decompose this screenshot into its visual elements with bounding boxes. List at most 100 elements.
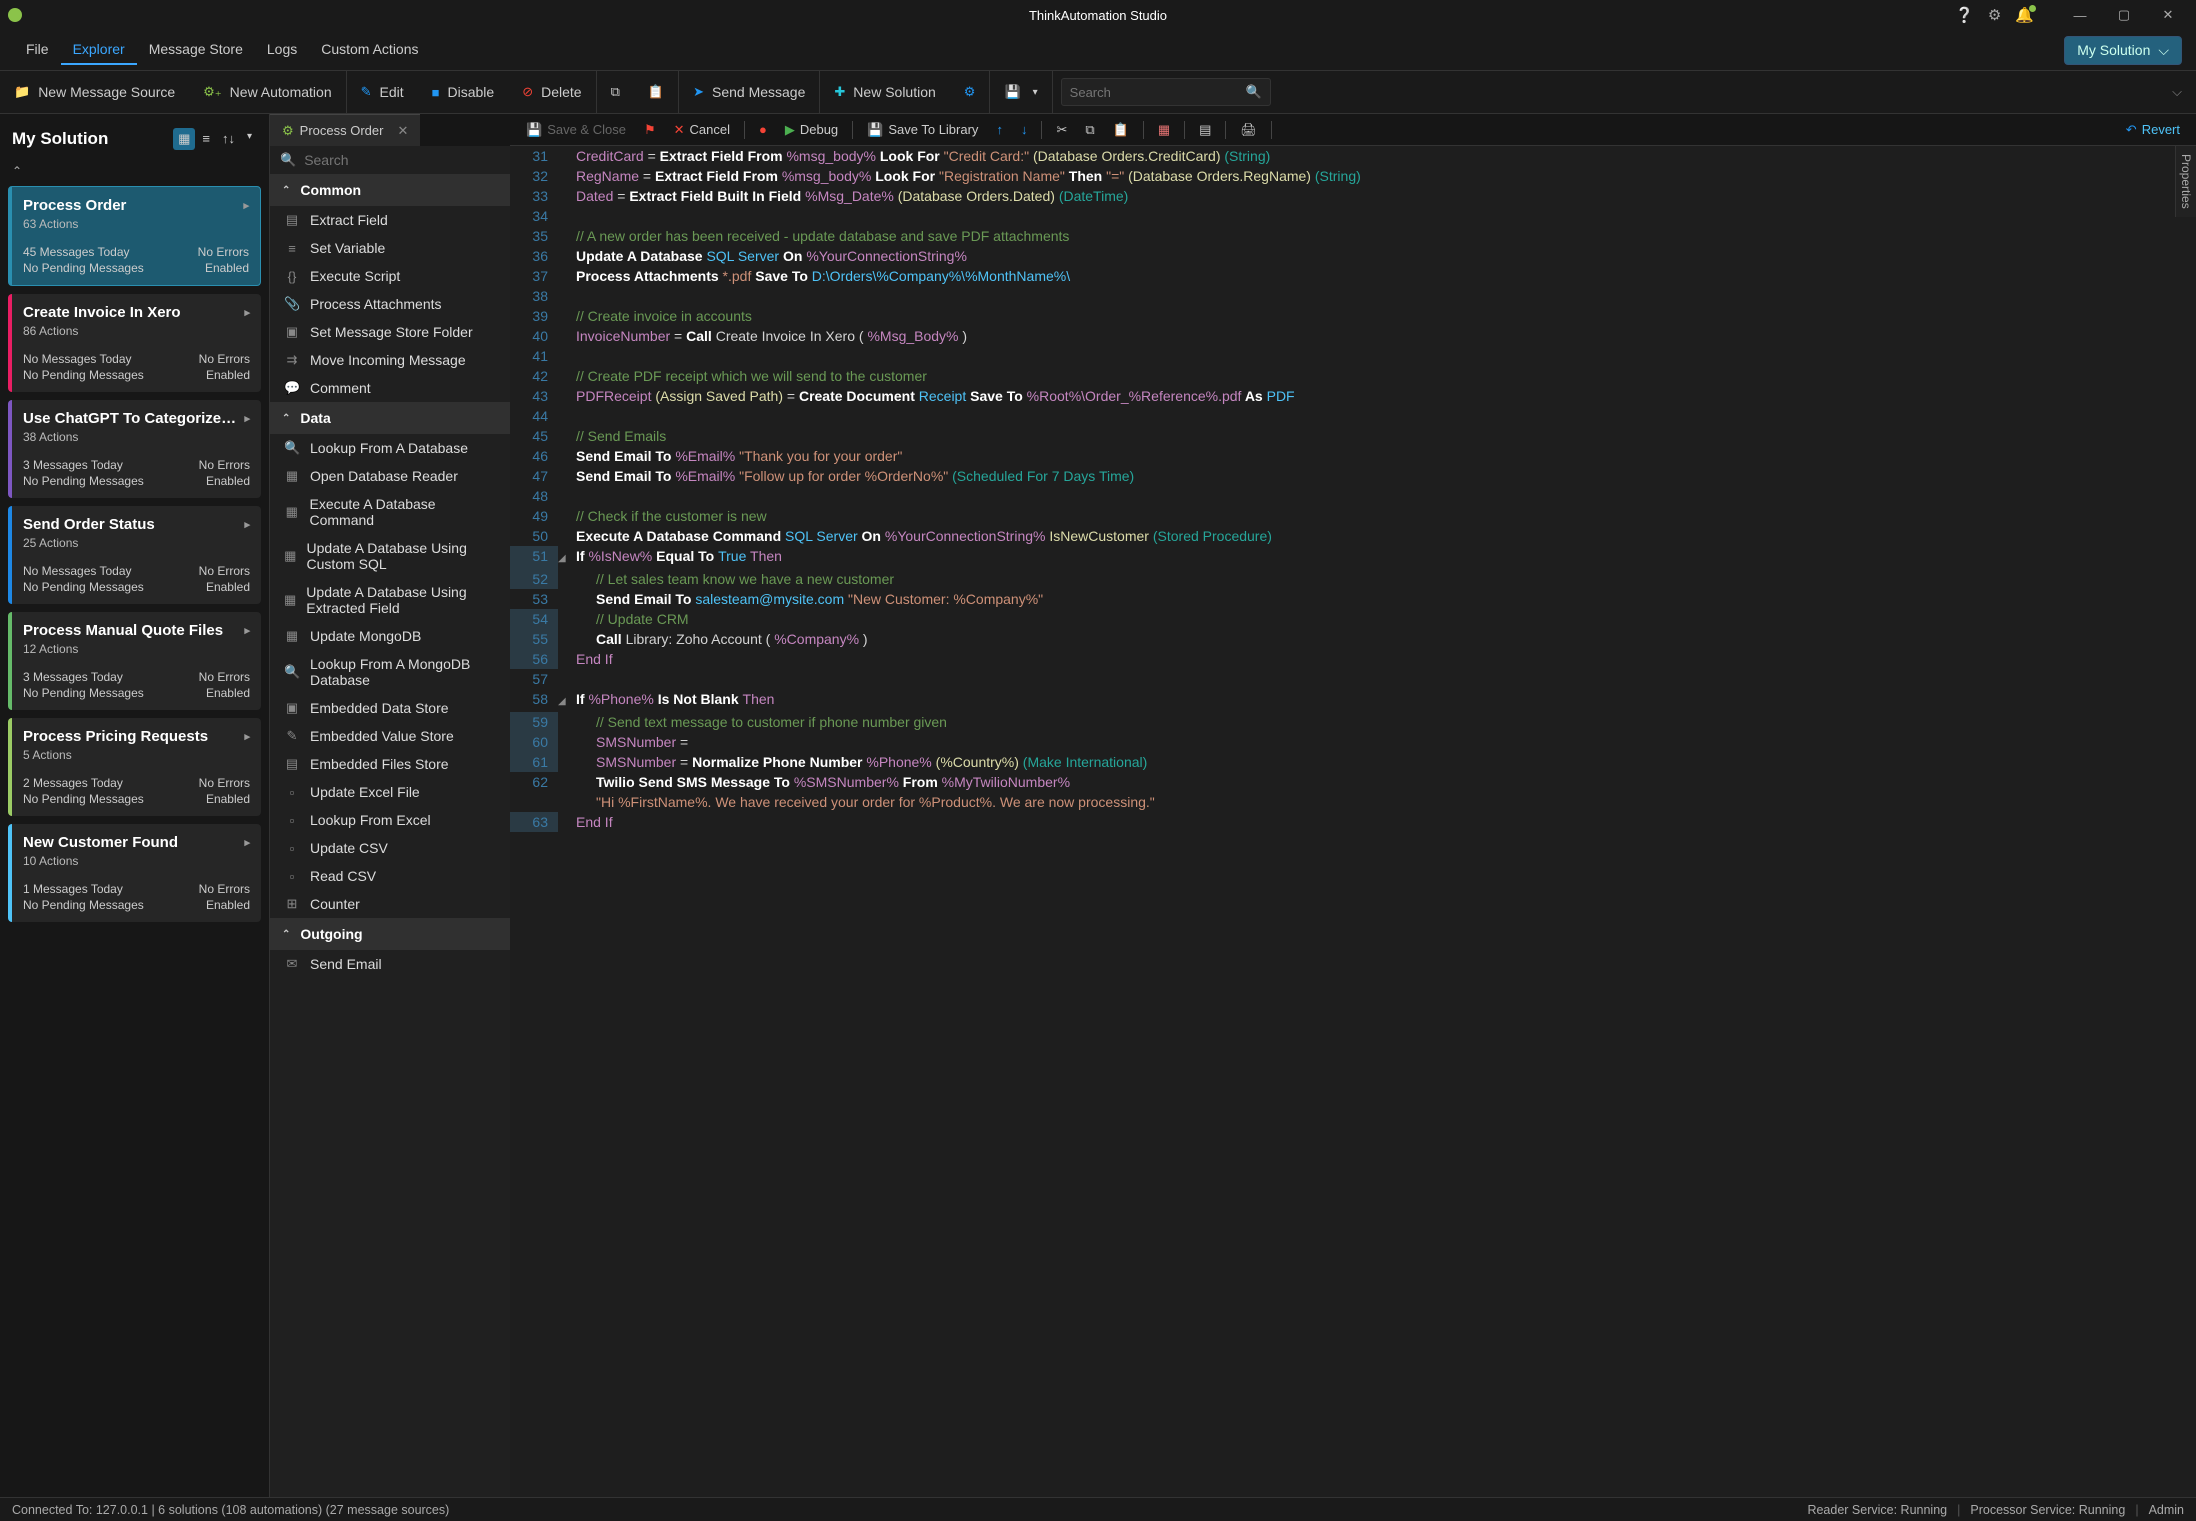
revert-button[interactable]: ↶Revert bbox=[2118, 119, 2188, 141]
view-grid-icon[interactable]: ▦ bbox=[173, 128, 195, 150]
action-item[interactable]: 📎Process Attachments bbox=[270, 290, 510, 318]
automation-card[interactable]: Send Order Status▸ 25 Actions No Message… bbox=[8, 506, 261, 604]
actions-search[interactable]: 🔍 bbox=[270, 146, 510, 174]
code-line[interactable]: 60SMSNumber = bbox=[510, 732, 2196, 752]
code-line[interactable]: 50Execute A Database Command SQL Server … bbox=[510, 526, 2196, 546]
code-line[interactable]: 31CreditCard = Extract Field From %msg_b… bbox=[510, 146, 2196, 166]
code-line[interactable]: 63End If bbox=[510, 812, 2196, 832]
properties-tab[interactable]: Properties bbox=[2175, 146, 2196, 217]
close-button[interactable]: ✕ bbox=[2148, 1, 2188, 29]
menu-logs[interactable]: Logs bbox=[255, 35, 309, 65]
new-automation-button[interactable]: ⚙₊ New Automation bbox=[189, 71, 345, 113]
code-line[interactable]: 47Send Email To %Email% "Follow up for o… bbox=[510, 466, 2196, 486]
action-item[interactable]: ⇉Move Incoming Message bbox=[270, 346, 510, 374]
action-item[interactable]: ⊞Counter bbox=[270, 890, 510, 918]
delete-button[interactable]: ⊘ Delete bbox=[508, 71, 595, 113]
menu-message-store[interactable]: Message Store bbox=[137, 35, 255, 65]
action-item[interactable]: 🔍Lookup From A MongoDB Database bbox=[270, 650, 510, 694]
disable-button[interactable]: ■ Disable bbox=[418, 71, 509, 113]
code-line[interactable]: 40InvoiceNumber = Call Create Invoice In… bbox=[510, 326, 2196, 346]
help-icon[interactable]: ❔ bbox=[1955, 6, 1974, 24]
paste-button[interactable]: 📋 bbox=[1105, 119, 1137, 141]
collapse-caret[interactable]: ⌃ bbox=[8, 162, 261, 180]
code-line[interactable]: 35// A new order has been received - upd… bbox=[510, 226, 2196, 246]
action-item[interactable]: 🔍Lookup From A Database bbox=[270, 434, 510, 462]
code-line[interactable]: 42// Create PDF receipt which we will se… bbox=[510, 366, 2196, 386]
action-group-outgoing[interactable]: ⌃Outgoing bbox=[270, 918, 510, 950]
code-line[interactable]: 54// Update CRM bbox=[510, 609, 2196, 629]
code-line[interactable]: 55Call Library: Zoho Account ( %Company%… bbox=[510, 629, 2196, 649]
cut-button[interactable]: ✂ bbox=[1048, 119, 1075, 141]
more-icon[interactable]: ⌵ bbox=[2172, 84, 2182, 99]
code-line[interactable]: 37Process Attachments *.pdf Save To D:\O… bbox=[510, 266, 2196, 286]
code-line[interactable]: 62Twilio Send SMS Message To %SMSNumber%… bbox=[510, 772, 2196, 792]
automation-card[interactable]: Use ChatGPT To Categorize…▸ 38 Actions 3… bbox=[8, 400, 261, 498]
code-line[interactable]: 32RegName = Extract Field From %msg_body… bbox=[510, 166, 2196, 186]
code-line[interactable]: 48 bbox=[510, 486, 2196, 506]
automation-card[interactable]: Process Order▸ 63 Actions 45 Messages To… bbox=[8, 186, 261, 286]
automation-card[interactable]: Process Pricing Requests▸ 5 Actions 2 Me… bbox=[8, 718, 261, 816]
save-close-button[interactable]: 💾Save & Close bbox=[518, 119, 634, 141]
move-up-button[interactable]: ↑ bbox=[988, 119, 1011, 140]
move-down-button[interactable]: ↓ bbox=[1013, 119, 1036, 140]
fold-icon[interactable]: ◢ bbox=[558, 689, 572, 712]
action-item[interactable]: ▣Embedded Data Store bbox=[270, 694, 510, 722]
blocks-button[interactable]: ▦ bbox=[1150, 119, 1178, 141]
copy-button[interactable]: ⧉ bbox=[1077, 119, 1102, 141]
code-line[interactable]: 49// Check if the customer is new bbox=[510, 506, 2196, 526]
copy-button[interactable]: ⧉ bbox=[597, 71, 634, 113]
action-item[interactable]: ▤Embedded Files Store bbox=[270, 750, 510, 778]
code-line[interactable]: 61SMSNumber = Normalize Phone Number %Ph… bbox=[510, 752, 2196, 772]
save-library-button[interactable]: 💾Save To Library bbox=[859, 119, 986, 141]
code-line[interactable]: 34 bbox=[510, 206, 2196, 226]
format-button[interactable]: ▤ bbox=[1191, 119, 1219, 141]
action-item[interactable]: ▫Update Excel File bbox=[270, 778, 510, 806]
send-message-button[interactable]: ➤ Send Message bbox=[679, 71, 819, 113]
edit-button[interactable]: ✎ Edit bbox=[347, 71, 418, 113]
code-line[interactable]: 36Update A Database SQL Server On %YourC… bbox=[510, 246, 2196, 266]
notifications-icon[interactable]: 🔔 bbox=[2015, 6, 2034, 24]
print-button[interactable]: 🖨 bbox=[1232, 119, 1265, 141]
action-item[interactable]: {}Execute Script bbox=[270, 262, 510, 290]
action-item[interactable]: ≡Set Variable bbox=[270, 234, 510, 262]
code-line[interactable]: 53Send Email To salesteam@mysite.com "Ne… bbox=[510, 589, 2196, 609]
code-line[interactable]: 58◢If %Phone% Is Not Blank Then bbox=[510, 689, 2196, 712]
code-line[interactable]: 45// Send Emails bbox=[510, 426, 2196, 446]
solution-settings-button[interactable]: ⚙ bbox=[950, 71, 990, 113]
fold-icon[interactable]: ◢ bbox=[558, 546, 572, 569]
action-item[interactable]: ▫Update CSV bbox=[270, 834, 510, 862]
code-line[interactable]: 33Dated = Extract Field Built In Field %… bbox=[510, 186, 2196, 206]
code-line[interactable]: 52// Let sales team know we have a new c… bbox=[510, 569, 2196, 589]
toolbar-search[interactable]: 🔍 bbox=[1061, 78, 1271, 106]
action-item[interactable]: ▦Update A Database Using Custom SQL bbox=[270, 534, 510, 578]
code-line[interactable]: 39// Create invoice in accounts bbox=[510, 306, 2196, 326]
action-item[interactable]: 💬Comment bbox=[270, 374, 510, 402]
code-line[interactable]: 57 bbox=[510, 669, 2196, 689]
code-line[interactable]: 59// Send text message to customer if ph… bbox=[510, 712, 2196, 732]
code-line[interactable]: 51◢If %IsNew% Equal To True Then bbox=[510, 546, 2196, 569]
action-group-data[interactable]: ⌃Data bbox=[270, 402, 510, 434]
sort-icon[interactable]: ↑↓ bbox=[217, 128, 240, 150]
action-group-common[interactable]: ⌃Common bbox=[270, 174, 510, 206]
view-list-icon[interactable]: ≡ bbox=[197, 128, 215, 150]
action-item[interactable]: ▣Set Message Store Folder bbox=[270, 318, 510, 346]
action-item[interactable]: ▦Update MongoDB bbox=[270, 622, 510, 650]
menu-custom-actions[interactable]: Custom Actions bbox=[309, 35, 430, 65]
chevron-down-icon[interactable]: ▾ bbox=[242, 128, 257, 150]
search-input[interactable] bbox=[1070, 85, 1246, 100]
code-line[interactable]: 38 bbox=[510, 286, 2196, 306]
debug-button[interactable]: ▶Debug bbox=[777, 119, 846, 141]
code-line[interactable]: 46Send Email To %Email% "Thank you for y… bbox=[510, 446, 2196, 466]
action-item[interactable]: ✎Embedded Value Store bbox=[270, 722, 510, 750]
code-line[interactable]: 56End If bbox=[510, 649, 2196, 669]
gear-icon[interactable]: ⚙ bbox=[1988, 6, 2001, 24]
action-item[interactable]: ▫Lookup From Excel bbox=[270, 806, 510, 834]
new-solution-button[interactable]: ✚ New Solution bbox=[820, 71, 949, 113]
action-item[interactable]: ▤Extract Field bbox=[270, 206, 510, 234]
automation-card[interactable]: Process Manual Quote Files▸ 12 Actions 3… bbox=[8, 612, 261, 710]
code-line[interactable]: 44 bbox=[510, 406, 2196, 426]
automation-card[interactable]: Create Invoice In Xero▸ 86 Actions No Me… bbox=[8, 294, 261, 392]
action-item[interactable]: ▫Read CSV bbox=[270, 862, 510, 890]
cancel-button[interactable]: ✕Cancel bbox=[666, 119, 738, 141]
menu-file[interactable]: File bbox=[14, 35, 61, 65]
